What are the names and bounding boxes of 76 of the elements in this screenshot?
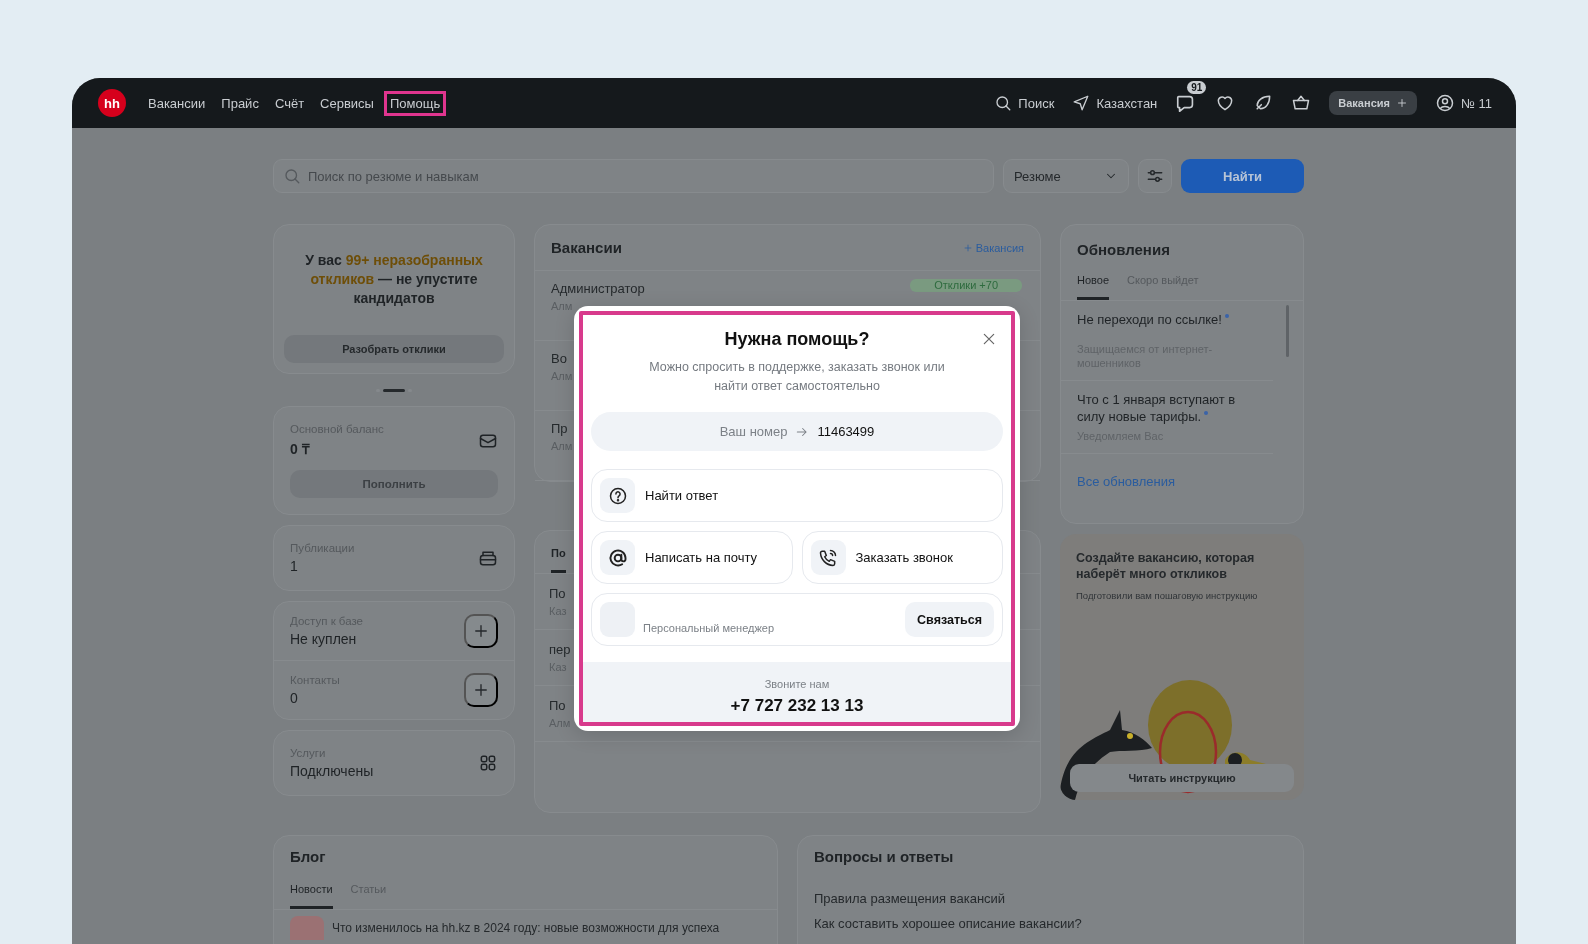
close-icon	[981, 331, 997, 347]
contact-button[interactable]: Связаться	[905, 602, 994, 637]
responses-badge: Отклики +70	[910, 279, 1022, 292]
services-value: Подключены	[290, 763, 374, 779]
article-link[interactable]: Что изменилось на hh.kz в 2024 году: новые возможности для успеха	[332, 921, 720, 935]
vacancy-title: По	[549, 586, 566, 601]
logo[interactable]: hh	[98, 89, 126, 117]
search-field[interactable]: Поиск по резюме и навыкам	[273, 159, 994, 193]
nav-link[interactable]: Вакансии	[142, 90, 212, 116]
update-title: Не переходи по ссылке!	[1077, 311, 1257, 328]
review-responses-button[interactable]: Разобрать отклики	[284, 335, 504, 363]
vacancy-title: Пр	[551, 421, 568, 436]
number-label: Ваш номер	[719, 424, 788, 439]
faq-link[interactable]: Правила размещения вакансий	[798, 891, 1303, 906]
dialog-subtitle: Можно спросить в поддержке, заказать звонок или найти ответ самостоятельно	[648, 359, 946, 395]
search-icon	[283, 167, 301, 185]
vacancy-title: пер	[549, 642, 571, 657]
add-button[interactable]	[464, 673, 498, 707]
nav-link[interactable]: Сервисы	[314, 90, 380, 116]
faq-link[interactable]: Как составить хорошее описание вакансии?	[798, 916, 1303, 931]
account-link[interactable]: № 11	[1434, 93, 1492, 113]
card-title: Вакансии	[551, 239, 622, 256]
search-link[interactable]: Поиск	[994, 94, 1055, 112]
manager-label: Персональный менеджер	[643, 621, 776, 634]
find-button[interactable]: Найти	[1181, 159, 1304, 193]
read-guide-button[interactable]: Читать инструкцию	[1070, 764, 1294, 792]
filter-button[interactable]	[1138, 159, 1172, 193]
location-link[interactable]: Казахстан	[1072, 94, 1158, 112]
nav-link[interactable]: Помощь	[383, 90, 447, 116]
scope-dropdown[interactable]: Резюме	[1003, 159, 1129, 193]
guide-subtitle: Подготовили вам пошаговую инструкцию	[1076, 590, 1259, 601]
close-button[interactable]	[981, 331, 997, 347]
vacancy-title: По	[549, 698, 566, 713]
publications-value: 1	[290, 558, 299, 574]
update-title: Что с 1 января вступают в силу новые тарифы.	[1077, 391, 1237, 425]
option-button[interactable]: Написать на почту	[591, 531, 793, 584]
top-up-button[interactable]: Пополнить	[290, 470, 498, 498]
basket-icon[interactable]	[1291, 93, 1312, 113]
count-badge: 91	[1187, 81, 1207, 94]
vacancy-button[interactable]: Вакансия	[1329, 91, 1417, 115]
nav-link[interactable]: Прайс	[215, 90, 265, 116]
at-sign-icon	[607, 547, 628, 568]
option-button[interactable]: Заказать звонок	[801, 531, 1003, 584]
vacancy-title: Во	[551, 351, 567, 366]
add-button[interactable]	[464, 614, 498, 648]
grid-icon	[478, 753, 498, 773]
question-icon	[607, 485, 628, 506]
phone-icon	[818, 547, 838, 568]
plus-icon	[962, 242, 973, 253]
card-title: Вопросы и ответы	[813, 848, 955, 867]
call-us-label: Звоните нам	[763, 678, 831, 690]
scrollbar	[1286, 305, 1289, 357]
printer-icon	[478, 548, 498, 568]
number-value: 11463499	[817, 424, 875, 439]
tab[interactable]: Новое	[1077, 268, 1110, 300]
plus-icon	[1395, 97, 1408, 109]
user-icon	[1434, 93, 1455, 113]
dialog-title: Нужна помощь?	[724, 329, 870, 350]
card-title: Обновления	[1076, 241, 1171, 260]
nav-link[interactable]: Счёт	[268, 90, 311, 116]
option-button[interactable]: Найти ответ	[591, 469, 1003, 522]
photo-placeholder	[290, 916, 324, 940]
field-value: 0	[290, 690, 299, 706]
promo-text: У вас 99+ неразобранных откликов — не упустите кандидатов	[304, 251, 484, 308]
location-arrow-icon	[1072, 94, 1091, 112]
plus-icon	[472, 622, 490, 640]
vacancy-title: Администратор	[551, 281, 645, 296]
tab[interactable]: По	[551, 541, 566, 573]
guide-title: Создайте вакансию, которая наберёт много откликов	[1076, 550, 1256, 582]
plus-icon	[472, 681, 490, 699]
field-value: Не куплен	[290, 631, 358, 647]
phone-number: +7 727 232 13 13	[729, 696, 865, 716]
tab[interactable]: Новости	[290, 877, 333, 909]
balance-value: 0 ₸	[290, 440, 311, 458]
card-title: Блог	[289, 848, 327, 867]
search-icon	[994, 94, 1013, 112]
